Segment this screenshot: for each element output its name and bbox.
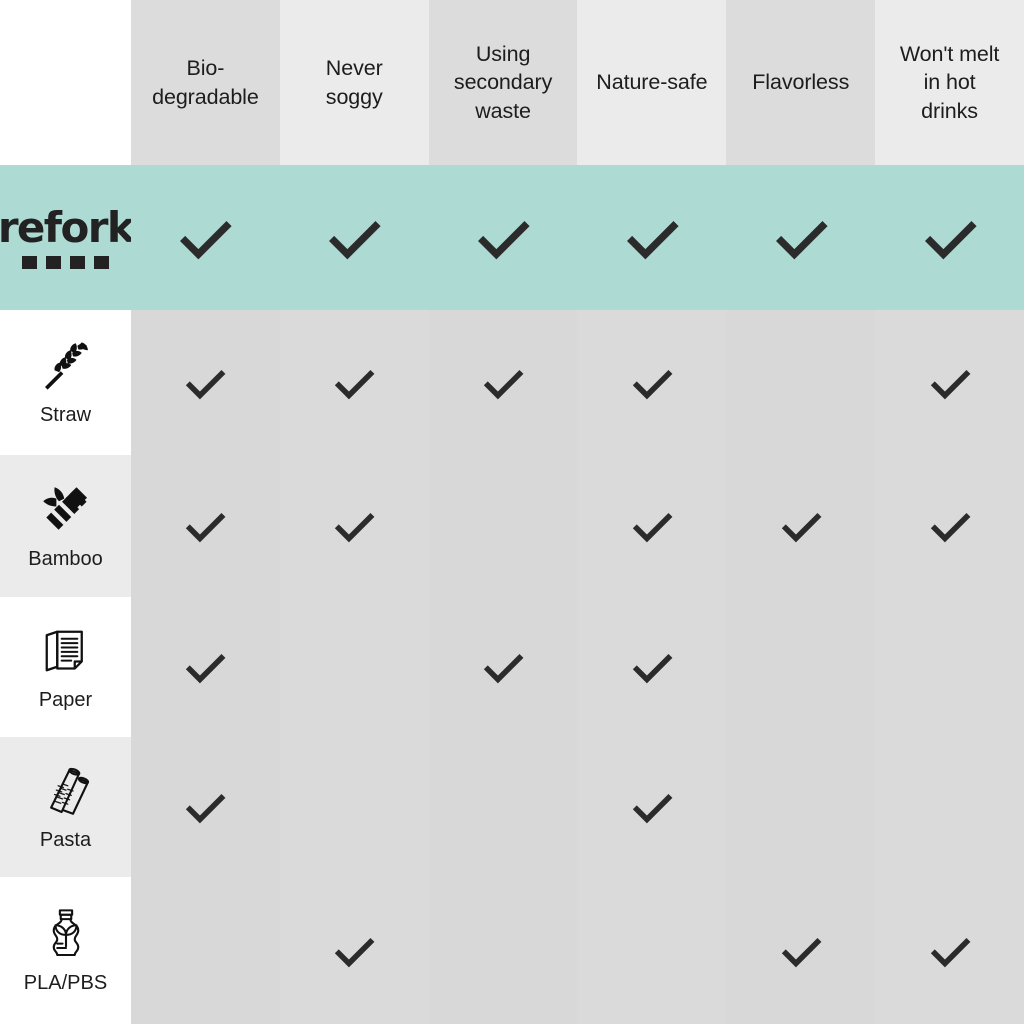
check-icon [629, 360, 675, 406]
cell-r2-c2 [279, 310, 429, 455]
check-icon [175, 208, 235, 268]
column-header-4: Nature-safe [577, 0, 727, 165]
bamboo-icon [38, 482, 94, 538]
cell-r2-c3 [428, 310, 578, 455]
cell-r3-c4 [577, 455, 727, 597]
cell-r6-c1 [131, 877, 280, 1024]
check-icon [480, 360, 526, 406]
cell-r1-c1 [131, 165, 280, 310]
logo-square [22, 255, 37, 269]
check-icon [622, 208, 682, 268]
cell-r2-c1 [131, 310, 280, 455]
check-icon [324, 208, 384, 268]
cell-r2-c5 [726, 310, 876, 455]
table-corner [0, 0, 131, 165]
cell-r6-c2 [279, 877, 429, 1024]
column-header-label: Never soggy [325, 56, 383, 109]
cell-r5-c1 [131, 737, 280, 877]
check-icon [182, 360, 228, 406]
cell-r1-c5 [726, 165, 876, 310]
refork-logo-squares [22, 255, 109, 269]
column-header-label: Using secondary waste [453, 41, 553, 123]
cell-r3-c3 [428, 455, 578, 597]
cell-r3-c2 [279, 455, 429, 597]
logo-square [70, 255, 85, 269]
cell-r4-c2 [279, 597, 429, 737]
wheat-icon [38, 338, 94, 394]
check-icon [331, 928, 377, 974]
cell-r6-c5 [726, 877, 876, 1024]
cell-r6-c3 [428, 877, 578, 1024]
row-label-text: PLA/PBS [23, 972, 108, 994]
check-icon [920, 208, 980, 268]
cell-r3-c6 [875, 455, 1024, 597]
refork-logo-wordmark: refork [0, 202, 135, 252]
check-icon [473, 208, 533, 268]
cell-r5-c2 [279, 737, 429, 877]
cell-r1-c4 [577, 165, 727, 310]
cell-r1-c3 [428, 165, 578, 310]
column-header-label: Flavorless [752, 70, 850, 95]
pasta-icon [38, 763, 94, 819]
check-icon [629, 503, 675, 549]
row-label-paper: Paper [0, 597, 131, 737]
check-icon [927, 928, 973, 974]
check-icon [331, 360, 377, 406]
column-header-3: Using secondary waste [428, 0, 578, 165]
cell-r4-c3 [428, 597, 578, 737]
bioplastic-bottle-icon [38, 906, 94, 962]
cell-r6-c6 [875, 877, 1024, 1024]
column-header-2: Never soggy [279, 0, 429, 165]
cell-r5-c6 [875, 737, 1024, 877]
check-icon [771, 208, 831, 268]
check-icon [182, 784, 228, 830]
logo-square [94, 255, 109, 269]
row-label-bamboo: Bamboo [0, 455, 131, 597]
check-icon [182, 503, 228, 549]
row-label-text: Paper [38, 688, 93, 711]
check-icon [778, 928, 824, 974]
comparison-table: Bio- degradable Never soggy Using secondar… [0, 0, 1024, 1024]
cell-r6-c4 [577, 877, 727, 1024]
check-icon [778, 503, 824, 549]
row-label-pla-pbs: PLA/PBS [0, 877, 131, 1024]
row-label-text: Pasta [39, 828, 92, 851]
cell-r3-c5 [726, 455, 876, 597]
column-header-label: Won't melt in hot drinks [899, 41, 1000, 123]
cell-r2-c6 [875, 310, 1024, 455]
check-icon [182, 644, 228, 690]
paper-sheets-icon [38, 623, 94, 679]
cell-r4-c5 [726, 597, 876, 737]
cell-r4-c1 [131, 597, 280, 737]
column-header-label: Bio- degradable [152, 56, 259, 109]
row-label-pasta: Pasta [0, 737, 131, 877]
check-icon [480, 644, 526, 690]
row-label-text: Bamboo [28, 547, 103, 570]
check-icon [927, 503, 973, 549]
column-header-5: Flavorless [726, 0, 876, 165]
column-header-6: Won't melt in hot drinks [875, 0, 1024, 165]
check-icon [629, 644, 675, 690]
cell-r1-c2 [279, 165, 429, 310]
cell-r5-c5 [726, 737, 876, 877]
check-icon [331, 503, 377, 549]
row-label-text: Straw [39, 404, 92, 426]
cell-r3-c1 [131, 455, 280, 597]
cell-r4-c4 [577, 597, 727, 737]
cell-r4-c6 [875, 597, 1024, 737]
column-header-1: Bio- degradable [131, 0, 280, 165]
check-icon [927, 360, 973, 406]
check-icon [629, 784, 675, 830]
cell-r1-c6 [875, 165, 1024, 310]
logo-square [46, 255, 61, 269]
cell-r2-c4 [577, 310, 727, 455]
row-label-refork: refork [0, 165, 135, 310]
cell-r5-c4 [577, 737, 727, 877]
cell-r5-c3 [428, 737, 578, 877]
row-label-straw: Straw [0, 310, 131, 455]
column-header-label: Nature-safe [596, 70, 708, 95]
